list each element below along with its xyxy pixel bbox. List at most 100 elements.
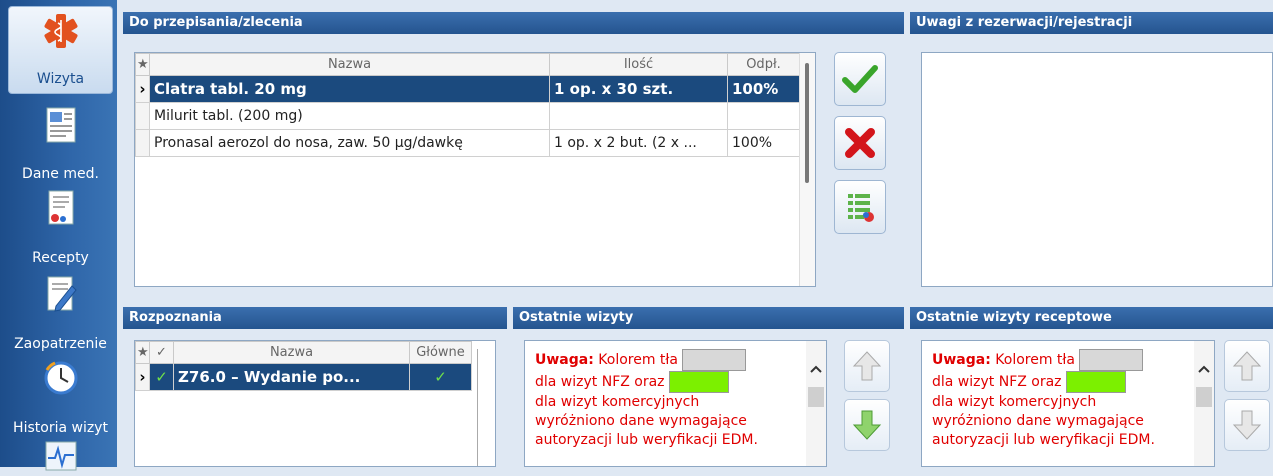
checkmark-icon bbox=[842, 65, 878, 93]
move-down-button[interactable] bbox=[1224, 399, 1270, 451]
cell-name: Milurit tabl. (200 mg) bbox=[149, 102, 550, 130]
table-row[interactable]: › ✓ Z76.0 – Wydanie po... ✓ bbox=[135, 363, 472, 391]
nav-label: Recepty bbox=[32, 250, 89, 266]
nav-item-dane-med[interactable]: Dane med. bbox=[8, 100, 113, 188]
column-header-name[interactable]: Nazwa bbox=[149, 53, 550, 76]
commercial-color-swatch bbox=[669, 371, 729, 393]
column-header-refund[interactable]: Odpł. bbox=[727, 53, 800, 76]
notice-scrollbar[interactable] bbox=[806, 341, 826, 466]
nav-label: Zaopatrzenie bbox=[14, 336, 107, 352]
notice-line: wyróżniono dane wymagające bbox=[535, 413, 747, 429]
arrow-down-icon bbox=[852, 410, 882, 440]
notice-text: Uwaga: Kolorem tła dla wizyt NFZ oraz dl… bbox=[922, 341, 1214, 458]
arrow-up-icon bbox=[1232, 351, 1262, 381]
supply-document-icon bbox=[42, 274, 80, 318]
list-settings-icon bbox=[848, 194, 874, 222]
nav-label: Wizyta bbox=[36, 71, 85, 87]
row-indicator-icon: › bbox=[135, 363, 150, 391]
column-header-quantity[interactable]: Ilość bbox=[549, 53, 728, 76]
column-header-star[interactable]: ★ bbox=[135, 341, 150, 364]
red-x-icon bbox=[845, 128, 875, 158]
notice-line: autoryzacji lub weryfikacji EDM. bbox=[932, 432, 1155, 448]
row-indicator bbox=[135, 129, 150, 157]
recent-visits-panel: Ostatnie wizyty Uwaga: Kolorem tła dla w… bbox=[513, 307, 904, 467]
column-header-check[interactable]: ✓ bbox=[149, 341, 174, 364]
check-icon: ✓ bbox=[149, 363, 174, 391]
cell-refund: 100% bbox=[727, 75, 800, 103]
recent-visits-notice-box: Uwaga: Kolorem tła dla wizyt NFZ oraz dl… bbox=[524, 340, 827, 467]
row-indicator-icon: › bbox=[135, 75, 150, 103]
prescription-icon bbox=[44, 188, 78, 232]
remarks-panel: Uwagi z rezerwacji/rejestracji bbox=[910, 12, 1273, 294]
remarks-textarea[interactable] bbox=[921, 52, 1273, 287]
move-down-button[interactable] bbox=[844, 399, 890, 451]
column-header-main[interactable]: Główne bbox=[409, 341, 472, 364]
chevron-up-icon[interactable] bbox=[806, 359, 826, 379]
orders-grid: ★ Nazwa Ilość Odpł. › Clatra tabl. 20 mg… bbox=[134, 52, 816, 287]
notice-line: Kolorem tła bbox=[990, 352, 1075, 368]
medical-record-icon bbox=[42, 104, 80, 148]
panel-title: Rozpoznania bbox=[123, 307, 507, 329]
nfz-color-swatch bbox=[1079, 349, 1144, 371]
main-check-icon: ✓ bbox=[409, 363, 472, 391]
nav-item-zaopatrzenie[interactable]: Zaopatrzenie bbox=[8, 270, 113, 358]
cell-quantity: 1 op. x 30 szt. bbox=[549, 75, 728, 103]
notice-line: dla wizyt komercyjnych bbox=[932, 394, 1097, 410]
notice-line: dla wizyt komercyjnych bbox=[535, 394, 700, 410]
ecg-icon bbox=[42, 438, 80, 476]
cell-name: Clatra tabl. 20 mg bbox=[149, 75, 550, 103]
delete-button[interactable] bbox=[834, 116, 886, 170]
cell-refund: 100% bbox=[727, 129, 800, 157]
nav-item-historia-wizyt[interactable]: Historia wizyt bbox=[8, 354, 113, 442]
diagnoses-panel: Rozpoznania ★ ✓ Nazwa Główne › ✓ Z76.0 –… bbox=[123, 307, 507, 467]
panel-title: Ostatnie wizyty receptowe bbox=[910, 307, 1273, 329]
notice-line: wyróżniono dane wymagające bbox=[932, 413, 1144, 429]
recent-rx-notice-box: Uwaga: Kolorem tła dla wizyt NFZ oraz dl… bbox=[921, 340, 1215, 467]
nav-item-wizyta[interactable]: Wizyta bbox=[8, 6, 113, 94]
notice-bold: Uwaga: bbox=[535, 352, 594, 368]
move-up-button[interactable] bbox=[1224, 340, 1270, 392]
row-indicator bbox=[135, 102, 150, 130]
history-clock-icon bbox=[41, 358, 81, 402]
diagnoses-scrollbar[interactable] bbox=[477, 349, 487, 466]
nfz-color-swatch bbox=[682, 349, 747, 371]
nav-item-recepty[interactable]: Recepty bbox=[8, 184, 113, 272]
scroll-thumb[interactable] bbox=[805, 63, 809, 183]
panel-title: Ostatnie wizyty bbox=[513, 307, 904, 329]
chevron-up-icon[interactable] bbox=[1194, 359, 1214, 379]
notice-bold: Uwaga: bbox=[932, 352, 991, 368]
table-row[interactable]: Pronasal aerozol do nosa, zaw. 50 µg/daw… bbox=[135, 129, 800, 157]
recent-rx-visits-panel: Ostatnie wizyty receptowe Uwaga: Kolorem… bbox=[910, 307, 1273, 467]
notice-line: dla wizyt NFZ oraz bbox=[535, 374, 665, 390]
scroll-thumb[interactable] bbox=[1196, 387, 1212, 407]
notice-line: autoryzacji lub weryfikacji EDM. bbox=[535, 432, 758, 448]
column-header-name[interactable]: Nazwa bbox=[173, 341, 410, 364]
panel-title: Do przepisania/zlecenia bbox=[123, 12, 904, 34]
arrow-down-icon bbox=[1232, 410, 1262, 440]
column-header-star[interactable]: ★ bbox=[135, 53, 150, 76]
table-row[interactable]: Milurit tabl. (200 mg) bbox=[135, 102, 800, 130]
cell-refund bbox=[727, 102, 800, 130]
notice-line: Kolorem tła bbox=[593, 352, 678, 368]
notice-scrollbar[interactable] bbox=[1194, 341, 1214, 466]
nav-label: Dane med. bbox=[22, 166, 99, 182]
cell-name: Pronasal aerozol do nosa, zaw. 50 µg/daw… bbox=[149, 129, 550, 157]
left-navigation: Wizyta Dane med. Recepty Zaopatrzenie Hi… bbox=[0, 0, 117, 471]
nav-item-ecg[interactable] bbox=[8, 434, 113, 474]
commercial-color-swatch bbox=[1066, 371, 1126, 393]
panel-title: Uwagi z rezerwacji/rejestracji bbox=[910, 12, 1273, 34]
table-row[interactable]: › Clatra tabl. 20 mg 1 op. x 30 szt. 100… bbox=[135, 75, 800, 103]
cell-quantity: 1 op. x 2 but. (2 x ... bbox=[549, 129, 728, 157]
cell-quantity bbox=[549, 102, 728, 130]
diagnoses-grid: ★ ✓ Nazwa Główne › ✓ Z76.0 – Wydanie po.… bbox=[134, 340, 496, 467]
orders-panel: Do przepisania/zlecenia ★ Nazwa Ilość Od… bbox=[123, 12, 904, 294]
notice-line: dla wizyt NFZ oraz bbox=[932, 374, 1062, 390]
scroll-thumb[interactable] bbox=[808, 387, 824, 407]
notice-text: Uwaga: Kolorem tła dla wizyt NFZ oraz dl… bbox=[525, 341, 826, 458]
cell-name: Z76.0 – Wydanie po... bbox=[173, 363, 410, 391]
list-options-button[interactable] bbox=[834, 180, 886, 234]
move-up-button[interactable] bbox=[844, 340, 890, 392]
accept-button[interactable] bbox=[834, 52, 886, 106]
orders-scrollbar[interactable] bbox=[799, 53, 815, 286]
medical-star-icon bbox=[41, 11, 81, 55]
